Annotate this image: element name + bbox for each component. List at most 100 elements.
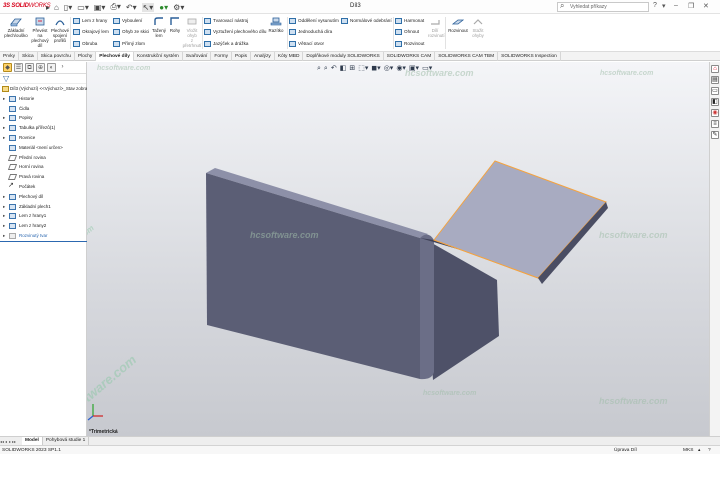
expand-arrow-icon[interactable]: ▸: [3, 94, 5, 104]
help-icon[interactable]: ?: [653, 2, 657, 9]
tab-slot-button[interactable]: Jazýček a drážka: [204, 40, 249, 48]
tree-item-material[interactable]: Materiál <není určen>: [0, 143, 86, 153]
display-manager-tab-icon[interactable]: ◐: [47, 63, 56, 72]
configuration-manager-tab-icon[interactable]: ⧉: [25, 63, 34, 72]
minimize-icon[interactable]: –: [674, 2, 678, 9]
tree-item-edgeflange[interactable]: ▸ Lem z hrany2: [0, 221, 86, 231]
expand-arrow-icon[interactable]: ▸: [3, 123, 5, 133]
last-tab-arrow-icon[interactable]: ▸▸: [12, 439, 16, 444]
undo-icon[interactable]: ↶▾: [126, 3, 137, 12]
convert-to-sheet-metal-button[interactable]: Převést na plechový díl: [31, 16, 49, 48]
tab-skica-povrchu[interactable]: Skica povrchu: [38, 52, 75, 61]
solidworks-resources-icon[interactable]: ⌂: [711, 65, 719, 73]
tree-item-folder[interactable]: ▸ Historie: [0, 94, 86, 104]
no-bends-button[interactable]: Stažit ohyby: [470, 16, 486, 38]
expand-arrow-icon[interactable]: ▸: [3, 133, 5, 143]
rip-button[interactable]: Harmonat: [395, 17, 424, 25]
expand-arrow-icon[interactable]: ▸: [3, 113, 5, 123]
new-document-icon[interactable]: ▯▾: [64, 3, 72, 12]
tab-skica[interactable]: Skica: [19, 52, 38, 61]
edge-flange-button[interactable]: Lem z hrany: [73, 17, 107, 25]
feature-manager-tab-icon[interactable]: ◆: [3, 63, 12, 72]
tab-sva-ov-n-[interactable]: Svařování: [183, 52, 212, 61]
normal-cut-button[interactable]: Normálové odebrání: [341, 17, 392, 25]
open-folder-icon[interactable]: ▭▾: [77, 3, 89, 12]
tree-root-part[interactable]: Díl3 (Výchozí) <<Výchozí>_Stav zobraz: [0, 84, 90, 94]
tree-item-annotations[interactable]: ▸ Popisy: [0, 113, 86, 123]
lofted-bend-button[interactable]: Plechové spojení profilů: [50, 16, 70, 43]
tab-solidworks-cam[interactable]: SOLIDWORKS CAM: [384, 52, 436, 61]
tab-prvky[interactable]: Prvky: [0, 52, 19, 61]
arrow-right-icon[interactable]: ▸: [46, 3, 50, 12]
fold-button[interactable]: Ohnout: [395, 28, 419, 36]
graphics-area[interactable]: ⌕ ⌕ ↶ ◧ ⊞ ⬚▾ ◼▾ ◎▾ ◉▾ ▣▾ ▭▾ hcsoftware.c…: [87, 62, 709, 436]
tab-formy[interactable]: Formy: [211, 52, 233, 61]
miter-flange-button[interactable]: Okrajový lem: [73, 28, 109, 36]
unfold-small-button[interactable]: Rozvinout: [395, 40, 424, 48]
tree-item-sheetmetal[interactable]: ▸ Plechový díl: [0, 192, 86, 202]
view-palette-icon[interactable]: ◧: [711, 98, 719, 106]
tab-plechov-d-ly[interactable]: Plechové díly: [96, 52, 134, 61]
help-menu-arrow-icon[interactable]: ▾: [662, 2, 666, 10]
base-flange-button[interactable]: Základní plech/ouško: [4, 16, 28, 38]
tree-item-origin[interactable]: Počátek: [0, 181, 86, 192]
forum-icon[interactable]: ✎: [711, 131, 719, 139]
vent-button[interactable]: Větrací otvor: [289, 40, 324, 48]
property-manager-tab-icon[interactable]: ☰: [14, 63, 23, 72]
file-explorer-icon[interactable]: ▭: [711, 87, 719, 95]
tab-konstruk-n-syst-m[interactable]: Konstrukční systém: [134, 52, 183, 61]
solidworks-logo[interactable]: 3S SOLIDWORKS: [3, 3, 51, 9]
hem-button[interactable]: Obruba: [73, 40, 97, 48]
tab-k-ty-mbd[interactable]: Kóty MBD: [275, 52, 304, 61]
search-commands-input[interactable]: Vyhledat příkazy: [557, 2, 649, 12]
tree-item-flatpattern[interactable]: ▸ Rozvinutý tvar: [0, 231, 86, 241]
cross-break-button[interactable]: Přímý zlom: [113, 40, 145, 48]
expand-arrow-icon[interactable]: ▸: [3, 192, 5, 202]
tree-item-edgeflange[interactable]: ▸ Lem z hrany1: [0, 211, 86, 221]
extruded-cut-button[interactable]: Oddělení vysunutím: [289, 17, 339, 25]
save-icon[interactable]: ▣▾: [94, 3, 106, 12]
rollback-bar[interactable]: [0, 240, 87, 242]
sheet-metal-part-model[interactable]: [87, 62, 709, 436]
custom-properties-icon[interactable]: ≡: [711, 120, 719, 128]
unfold-button[interactable]: Dílí rozvinutí: [428, 16, 445, 38]
rebuild-icon[interactable]: ●▾: [159, 3, 168, 12]
flatten-button[interactable]: Rozvinout: [447, 16, 469, 33]
select-arrow-icon[interactable]: ↖▾: [141, 2, 155, 12]
insert-bends-button[interactable]: Vložit ohyb z přetrhnutí: [182, 16, 202, 48]
tab-model[interactable]: Model: [22, 437, 43, 445]
stamp-button[interactable]: Razítko: [267, 16, 285, 33]
gusset-button[interactable]: Vyztužení plechového dílu: [204, 28, 266, 36]
simple-hole-button[interactable]: Jednoduchá díra: [289, 28, 332, 36]
tab-motion-study[interactable]: Pohybová studie 1: [43, 437, 90, 445]
corners-button[interactable]: Rohy: [168, 16, 182, 33]
design-library-icon[interactable]: ▤: [711, 76, 719, 84]
tab-anal-zy[interactable]: Analýzy: [251, 52, 275, 61]
expand-arrow-icon[interactable]: ▸: [3, 211, 5, 221]
tree-item-sensor[interactable]: Čidla: [0, 104, 86, 114]
appearances-icon[interactable]: ◉: [711, 109, 719, 117]
tab-dopl-kov-moduly-solidworks[interactable]: Doplňkové moduly SOLIDWORKS: [303, 52, 384, 61]
dimxpert-tab-icon[interactable]: ⊕: [36, 63, 45, 72]
expand-panel-icon[interactable]: ›: [58, 63, 67, 72]
tab-solidworks-cam-tbm[interactable]: SOLIDWORKS CAM TBM: [435, 52, 499, 61]
expand-arrow-icon[interactable]: ▸: [3, 231, 5, 241]
jog-button[interactable]: Vyboulení: [113, 17, 142, 25]
tab-plochy[interactable]: Plochy: [75, 52, 97, 61]
options-gear-icon[interactable]: ⚙▾: [173, 3, 184, 12]
tree-item-cutlist[interactable]: ▸ Tabulka přířezů(1): [0, 123, 86, 133]
close-icon[interactable]: ✕: [703, 2, 709, 10]
tree-item-equations[interactable]: ▸ Rovnice: [0, 133, 86, 143]
tree-item-plane[interactable]: Horní rovina: [0, 162, 86, 172]
tab-solidworks-inspection[interactable]: SOLIDWORKS Inspection: [498, 52, 561, 61]
tab-popis[interactable]: Popis: [232, 52, 252, 61]
tree-item-plane[interactable]: Přední rovina: [0, 153, 86, 163]
swept-flange-button[interactable]: Tažený lem: [151, 16, 167, 38]
tree-item-baseflange[interactable]: ▸ Základní plech1: [0, 202, 86, 212]
expand-arrow-icon[interactable]: ▸: [3, 221, 5, 231]
forming-tool-button[interactable]: Tvarovací nástroj: [204, 17, 248, 25]
print-icon[interactable]: ⎙▾: [110, 2, 120, 12]
home-icon[interactable]: ⌂: [54, 3, 59, 12]
expand-arrow-icon[interactable]: ▸: [3, 202, 5, 212]
sketched-bend-button[interactable]: Ohyb ze skici: [113, 28, 149, 36]
